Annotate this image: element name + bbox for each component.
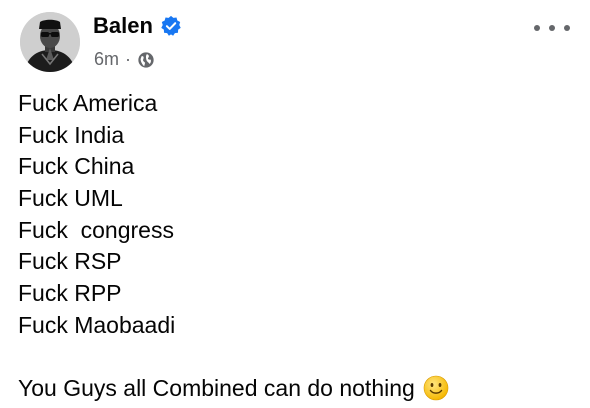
closing-text: You Guys all Combined can do nothing (18, 375, 415, 401)
profile-photo-icon (20, 12, 80, 72)
post-line: Fuck India (18, 121, 125, 148)
slightly-smiling-face-icon (423, 375, 449, 401)
post-timestamp[interactable]: 6m (94, 47, 119, 71)
post-line: Fuck China (18, 153, 135, 180)
globe-icon[interactable] (137, 51, 155, 69)
post-text: Fuck America Fuck India Fuck China Fuck … (18, 88, 578, 342)
more-horizontal-icon (534, 25, 540, 31)
post-meta: 6m · (94, 47, 155, 71)
author-name[interactable]: Balen (93, 12, 153, 40)
post-line: Fuck Maobaadi (18, 311, 176, 338)
post-line: Fuck America (18, 90, 158, 116)
post-line: Fuck RSP (18, 248, 122, 275)
meta-separator: · (125, 49, 132, 69)
post-line: Fuck UML (18, 185, 123, 212)
post-closing-line: You Guys all Combined can do nothing (18, 372, 449, 404)
avatar[interactable] (20, 12, 80, 72)
post-line: Fuck RPP (18, 280, 122, 307)
verified-badge-icon (161, 15, 181, 36)
more-options-button[interactable] (534, 18, 570, 38)
post-line: Fuck congress (18, 216, 174, 243)
facebook-post: Balen 6m · Fuck America Fuck India Fuck … (0, 0, 590, 408)
